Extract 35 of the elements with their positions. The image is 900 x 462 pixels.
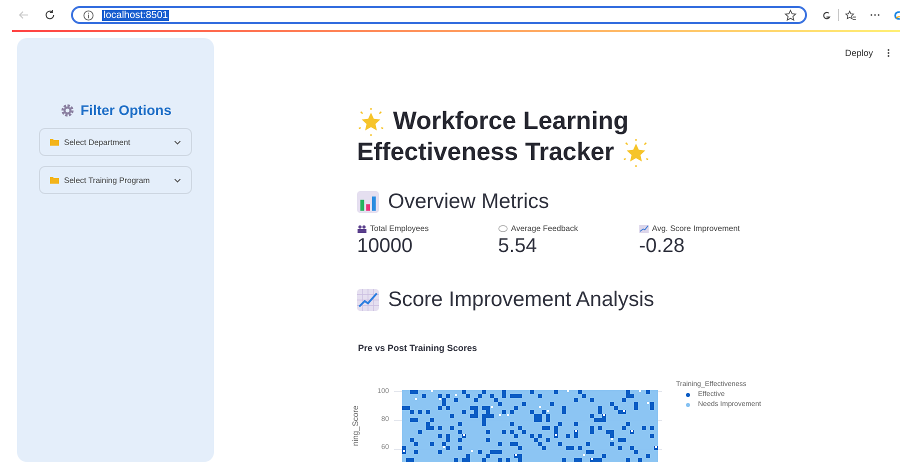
gear-icon (60, 102, 74, 118)
sidebar-title: Filter Options (80, 102, 172, 118)
people-icon (357, 224, 367, 232)
filter-expander[interactable]: Select Department (39, 128, 192, 156)
chevron-down-icon (174, 140, 181, 144)
metric-value: 5.54 (498, 235, 538, 258)
metric-value: -0.28 (639, 235, 686, 258)
address-field[interactable]: localhost:8501 (71, 6, 808, 24)
folder-icon (50, 176, 59, 184)
metric-label: Average Feedback (511, 224, 578, 233)
section-heading: Score Improvement Analysis (388, 288, 654, 312)
more-vertical-icon[interactable] (887, 48, 890, 58)
axis-label: ning_Score (351, 406, 360, 446)
page-title: Workforce Learning (393, 106, 629, 137)
filter-expander[interactable]: Select Training Program (39, 166, 192, 194)
metric-value: 10000 (357, 235, 414, 258)
more-icon[interactable] (870, 13, 880, 17)
deploy-button[interactable]: Deploy (842, 46, 875, 60)
reload-icon[interactable] (44, 8, 56, 22)
metric-label: Avg. Score Improvement (652, 224, 740, 233)
trend-chart-icon (639, 224, 649, 232)
star-outline-icon[interactable] (784, 8, 798, 22)
sparkle-star-icon (357, 108, 385, 136)
line-chart-icon (357, 289, 379, 311)
info-icon[interactable] (83, 10, 94, 20)
speech-bubble-icon (498, 224, 508, 232)
folder-icon (50, 138, 59, 146)
chart-title: Pre vs Post Training Scores (358, 343, 478, 353)
bar-chart-icon (357, 191, 379, 213)
metric-label: Total Employees (370, 224, 429, 233)
sparkle-star-icon (622, 138, 650, 166)
section-heading: Overview Metrics (388, 190, 550, 214)
chevron-down-icon (174, 178, 181, 182)
page-title: Effectiveness Tracker (357, 137, 614, 168)
favorites-icon[interactable] (845, 8, 856, 22)
